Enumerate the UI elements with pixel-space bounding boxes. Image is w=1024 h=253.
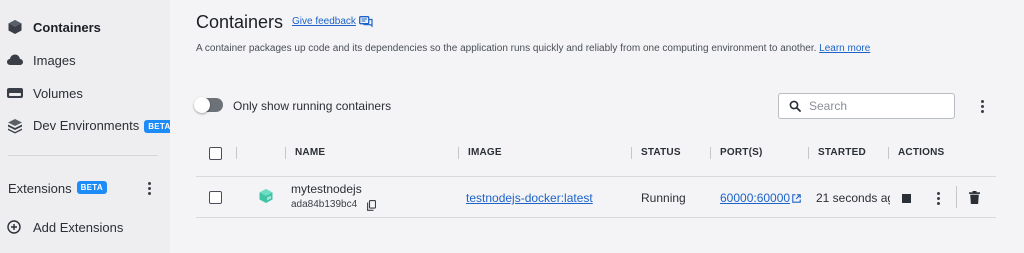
page-description: A container packages up code and its dep…: [196, 43, 870, 54]
main-panel: Containers Give feedback A container pac…: [170, 0, 1024, 253]
column-separator: [631, 147, 632, 159]
sidebar: Containers Images Volumes Dev Environmen…: [0, 0, 175, 253]
port-link[interactable]: 60000:60000: [720, 191, 790, 205]
sidebar-item-label: Volumes: [33, 85, 83, 101]
container-name[interactable]: mytestnodejs: [291, 182, 362, 196]
column-separator: [888, 147, 889, 159]
plus-circle-icon: [5, 218, 23, 236]
sidebar-item-label: Containers: [33, 19, 101, 35]
give-feedback-link[interactable]: Give feedback: [292, 16, 356, 27]
beta-badge: BETA: [76, 180, 107, 194]
column-separator: [808, 147, 809, 159]
table-header: NAME IMAGE STATUS PORT(S) STARTED ACTION…: [196, 142, 996, 166]
row-checkbox[interactable]: [209, 191, 222, 204]
select-all-checkbox[interactable]: [209, 147, 222, 160]
sidebar-divider: [8, 155, 158, 156]
column-header-status[interactable]: STATUS: [641, 147, 681, 158]
dev-environments-icon: [6, 117, 24, 135]
column-header-image[interactable]: IMAGE: [468, 147, 502, 158]
extensions-label: Extensions: [8, 180, 72, 196]
table-divider: [196, 217, 996, 218]
sidebar-item-label: Dev Environments: [33, 118, 140, 134]
more-options-icon[interactable]: [977, 98, 987, 114]
column-header-started[interactable]: STARTED: [818, 147, 866, 158]
column-separator: [458, 147, 459, 159]
column-separator: [285, 147, 286, 159]
running-container-icon: [258, 188, 274, 207]
delete-icon[interactable]: [967, 190, 981, 204]
toggle-knob: [194, 97, 210, 113]
action-separator: [956, 186, 957, 208]
image-link[interactable]: testnodejs-docker:latest: [466, 191, 593, 205]
sidebar-item-dev-environments[interactable]: Dev Environments BETA: [0, 112, 175, 140]
column-separator: [236, 147, 237, 159]
sidebar-item-label: Images: [33, 52, 76, 68]
page-title: Containers: [196, 12, 284, 32]
column-header-name[interactable]: NAME: [295, 147, 325, 158]
volume-icon: [6, 84, 24, 102]
running-only-toggle[interactable]: [194, 97, 223, 113]
column-header-ports[interactable]: PORT(S): [720, 147, 763, 158]
sidebar-item-label-wrap: Dev Environments BETA: [33, 118, 175, 133]
feedback-icon[interactable]: [359, 15, 373, 28]
containers-icon: [6, 18, 24, 36]
learn-more-link[interactable]: Learn more: [819, 43, 870, 54]
search-box: [778, 93, 955, 119]
extensions-header: Extensions BETA: [8, 178, 160, 198]
external-link-icon[interactable]: [791, 193, 801, 203]
table-row[interactable]: mytestnodejs ada84b139bc4 testnodejs-doc…: [196, 177, 996, 217]
sidebar-item-images[interactable]: Images: [0, 46, 170, 74]
row-menu-icon[interactable]: [933, 190, 943, 206]
add-extensions-label: Add Extensions: [33, 219, 124, 235]
search-icon: [789, 100, 801, 112]
sidebar-item-containers[interactable]: Containers: [0, 13, 170, 41]
stop-icon[interactable]: [899, 191, 913, 205]
search-input[interactable]: [809, 99, 949, 113]
add-extensions-button[interactable]: Add Extensions: [0, 213, 170, 241]
extensions-menu-icon[interactable]: [144, 180, 154, 196]
status-text: Running: [641, 191, 686, 205]
started-time: 21 seconds ago: [816, 191, 890, 205]
column-header-actions: ACTIONS: [898, 147, 945, 158]
running-only-label: Only show running containers: [233, 99, 392, 113]
cloud-icon: [6, 51, 24, 69]
container-id: ada84b139bc4: [291, 199, 358, 210]
description-text: A container packages up code and its dep…: [196, 43, 817, 54]
column-separator: [710, 147, 711, 159]
sidebar-item-volumes[interactable]: Volumes: [0, 79, 170, 107]
copy-icon[interactable]: [366, 199, 376, 211]
